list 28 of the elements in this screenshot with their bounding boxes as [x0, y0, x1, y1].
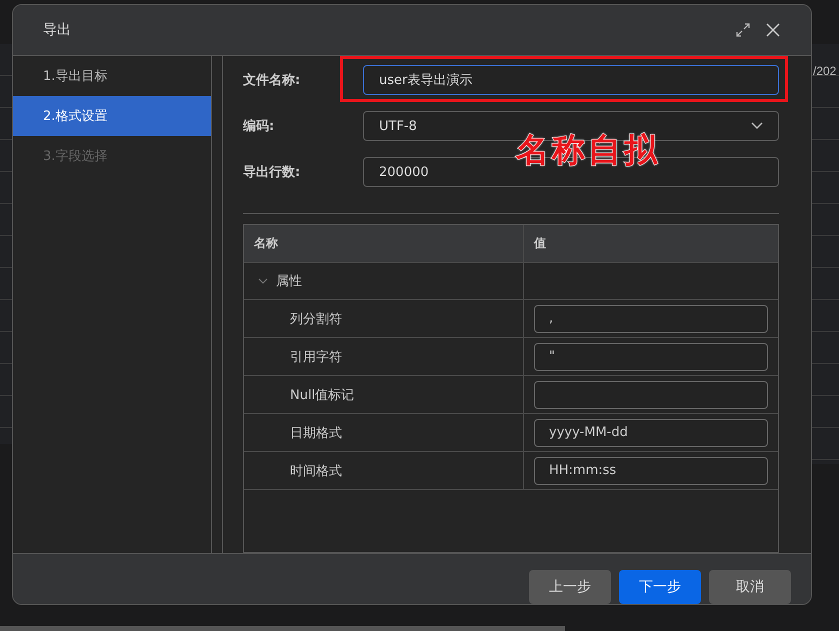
chevron-down-icon: [751, 122, 763, 130]
field-label: 编码:: [243, 118, 276, 135]
dialog-button[interactable]: 下一步: [619, 570, 701, 604]
background-text: /202: [812, 64, 836, 78]
dialog-button[interactable]: 取消: [709, 570, 791, 604]
input-field[interactable]: user表导出演示: [363, 65, 779, 95]
property-input[interactable]: ,: [534, 304, 768, 332]
property-name: 时间格式: [290, 462, 342, 480]
property-name: 列分割符: [290, 310, 342, 328]
column-header: 名称: [244, 225, 524, 262]
column-header: 值: [532, 235, 547, 252]
property-input[interactable]: HH:mm:ss: [534, 456, 768, 484]
property-input[interactable]: ": [534, 342, 768, 370]
property-name: Null值标记: [290, 386, 354, 404]
field-label: 文件名称:: [243, 72, 302, 89]
expand-icon[interactable]: [735, 22, 751, 38]
dialog-title: 导出: [43, 21, 72, 39]
dialog-button[interactable]: 上一步: [529, 570, 611, 604]
field-label: 导出行数:: [243, 164, 302, 181]
property-name: 引用字符: [290, 348, 342, 366]
step-item[interactable]: 2.格式设置: [13, 96, 211, 136]
group-label: 属性: [276, 273, 302, 290]
step-item[interactable]: 1.导出目标: [13, 56, 211, 96]
close-icon[interactable]: [765, 22, 781, 38]
chevron-down-icon[interactable]: [258, 276, 268, 286]
property-name: 日期格式: [290, 424, 342, 442]
property-input[interactable]: yyyy-MM-dd: [534, 418, 768, 446]
property-input[interactable]: [534, 380, 768, 408]
